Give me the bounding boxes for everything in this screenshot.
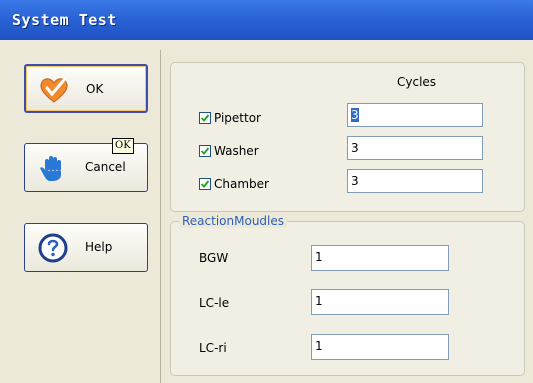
washer-checkbox-row[interactable]: Washer xyxy=(199,141,259,161)
pipettor-label: Pipettor xyxy=(214,111,261,125)
chamber-checkbox[interactable] xyxy=(199,178,211,190)
tooltip: OK xyxy=(112,138,134,154)
ok-button-label: OK xyxy=(86,82,104,96)
cycles-header: Cycles xyxy=(397,75,437,89)
window-title: System Test xyxy=(12,11,117,29)
chamber-cycles-input[interactable]: 3 xyxy=(347,169,483,193)
dialog-body: OK Cancel Help OK Cycles Pipettor 3 Wash… xyxy=(0,40,533,383)
title-bar[interactable]: System Test xyxy=(0,0,533,41)
pipettor-checkbox[interactable] xyxy=(199,112,211,124)
washer-checkbox[interactable] xyxy=(199,145,211,157)
chamber-label: Chamber xyxy=(214,177,269,191)
lc-le-input[interactable]: 1 xyxy=(311,289,449,315)
help-button-label: Help xyxy=(85,240,113,254)
cycles-group: Cycles Pipettor 3 Washer 3 Chamber 3 xyxy=(170,62,525,212)
pipettor-checkbox-row[interactable]: Pipettor xyxy=(199,108,261,128)
heart-check-icon xyxy=(38,75,70,105)
cancel-button-label: Cancel xyxy=(85,160,126,174)
washer-cycles-input[interactable]: 3 xyxy=(347,136,483,160)
lc-ri-label: LC-ri xyxy=(199,341,227,355)
help-question-icon xyxy=(37,233,69,263)
chamber-checkbox-row[interactable]: Chamber xyxy=(199,174,269,194)
help-button[interactable]: Help xyxy=(24,223,148,272)
bgw-input[interactable]: 1 xyxy=(311,245,449,271)
button-pane: OK Cancel Help OK xyxy=(10,50,161,383)
reaction-modules-legend: ReactionMoudles xyxy=(179,214,288,228)
lc-ri-input[interactable]: 1 xyxy=(311,334,449,360)
reaction-modules-group: ReactionMoudles BGW 1 LC-le 1 LC-ri 1 xyxy=(170,214,525,376)
washer-label: Washer xyxy=(214,144,259,158)
ok-button[interactable]: OK xyxy=(24,64,148,113)
hand-stop-icon xyxy=(37,153,69,183)
lc-le-label: LC-le xyxy=(199,296,230,310)
pipettor-cycles-input[interactable]: 3 xyxy=(347,103,483,127)
bgw-label: BGW xyxy=(199,251,229,265)
